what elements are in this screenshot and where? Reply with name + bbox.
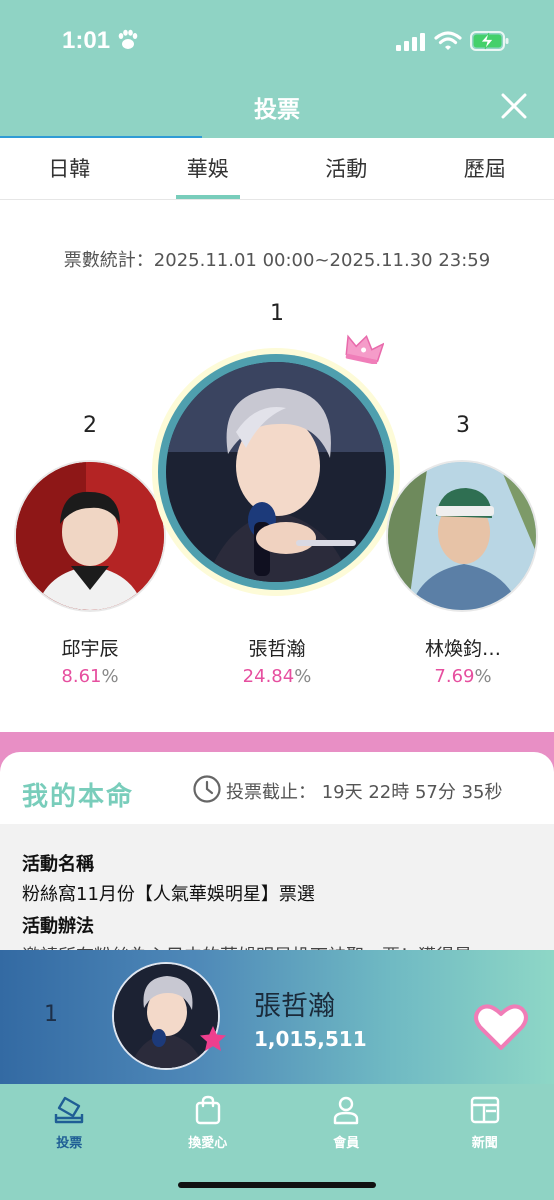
shopping-bag-icon — [195, 1095, 220, 1125]
battery-charging-icon — [470, 31, 509, 51]
cellular-signal-icon — [396, 33, 425, 51]
my-vote-name: 張哲瀚 — [254, 991, 335, 1022]
rank-2-number: 2 — [83, 413, 97, 438]
candidate-3-name: 林煥鈞… — [424, 638, 501, 660]
candidate-1-percent: 24.84% — [242, 666, 312, 687]
candidate-2-percent: 8.61% — [61, 666, 119, 687]
page-title: 投票 — [254, 97, 300, 123]
activity-info: 活動名稱 粉絲窩11月份【人氣華娛明星】票選 活動辦法 邀請所有粉絲為心目中的華… — [0, 824, 554, 952]
heart-icon[interactable] — [474, 1002, 528, 1052]
news-icon — [470, 1096, 499, 1124]
activity-name-value: 粉絲窩11月份【人氣華娛明星】票選 — [22, 884, 315, 905]
tab-past-years[interactable]: 歷屆 — [416, 138, 554, 199]
candidate-3-avatar[interactable] — [386, 460, 538, 612]
rank-3-number: 3 — [456, 413, 470, 438]
star-icon — [200, 1026, 226, 1051]
my-vote-count: 1,015,511 — [254, 1027, 367, 1051]
paw-icon — [118, 29, 138, 49]
close-icon[interactable] — [498, 90, 530, 122]
activity-name-label: 活動名稱 — [22, 854, 94, 875]
wifi-icon — [434, 31, 462, 50]
candidate-2-name: 邱宇辰 — [61, 638, 119, 660]
candidate-3-percent: 7.69% — [434, 666, 492, 687]
tab-activities[interactable]: 活動 — [277, 138, 416, 199]
person-icon — [334, 1096, 359, 1125]
candidate-2-avatar[interactable] — [14, 460, 166, 612]
tab-japan-korea[interactable]: 日韓 — [0, 138, 139, 199]
nav-vote[interactable]: 投票 — [0, 1084, 139, 1200]
vote-deadline-countdown: 投票截止： 19天 22時 57分 35秒 — [226, 782, 503, 803]
activity-method-label: 活動辦法 — [22, 916, 94, 937]
vote-icon — [55, 1096, 84, 1124]
my-vote-rank: 1 — [44, 1002, 58, 1027]
tab-chinese-entertainment[interactable]: 華娛 — [139, 138, 278, 199]
crown-icon — [345, 334, 384, 364]
status-time: 1:01 — [62, 27, 111, 54]
my-favorite-card: 我的本命 投票截止： 19天 22時 57分 35秒 活動名稱 粉絲窩11月份【… — [0, 752, 554, 952]
clock-icon — [193, 775, 221, 803]
candidate-1-name: 張哲瀚 — [248, 638, 306, 660]
rank-1-number: 1 — [270, 301, 284, 326]
category-tabs: 日韓 華娛 活動 歷屆 — [0, 138, 554, 200]
nav-news[interactable]: 新聞 — [416, 1084, 554, 1200]
candidate-1-avatar[interactable] — [152, 348, 400, 596]
nav-exchange-hearts-label: 換愛心 — [188, 1136, 228, 1151]
app-header: 1:01 投票 — [0, 0, 554, 139]
nav-vote-label: 投票 — [56, 1136, 83, 1151]
vote-stats-period: 票數統計：2025.11.01 00:00~2025.11.30 23:59 — [63, 250, 491, 271]
my-favorite-title: 我的本命 — [22, 782, 135, 812]
nav-news-label: 新聞 — [471, 1136, 498, 1151]
home-indicator[interactable] — [178, 1182, 376, 1188]
nav-member-label: 會員 — [333, 1136, 360, 1151]
